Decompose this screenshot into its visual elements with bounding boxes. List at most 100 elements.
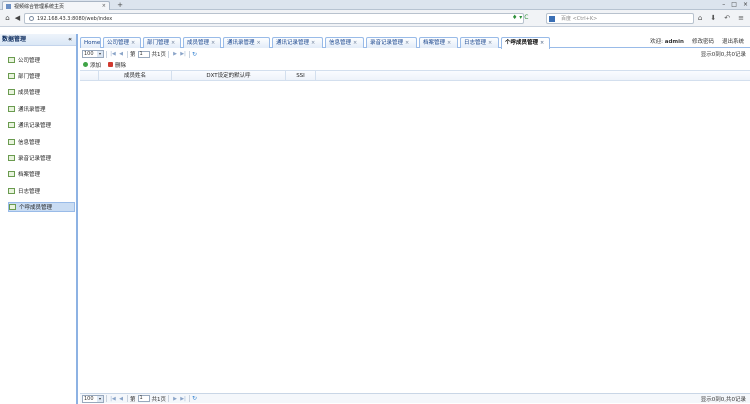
tab-label: 部门管理 bbox=[147, 40, 170, 46]
page-size-select[interactable]: 100 ▾ bbox=[82, 394, 104, 403]
menu-icon[interactable]: ≡ bbox=[738, 13, 744, 23]
collapse-icon[interactable]: « bbox=[68, 34, 72, 46]
minimize-icon[interactable]: – bbox=[722, 0, 725, 9]
back-icon[interactable]: ◀ bbox=[13, 14, 22, 23]
tab-close-icon[interactable]: × bbox=[405, 40, 409, 46]
sidebar-item-members[interactable]: 成员管理 bbox=[8, 87, 75, 97]
column-header-member-name[interactable]: 成员姓名 bbox=[99, 71, 172, 81]
sidebar-item-recordings[interactable]: 录音记录管理 bbox=[8, 153, 75, 163]
sidebar-item-label: 个呼成员管理 bbox=[19, 205, 53, 211]
total-pages: 共1页 bbox=[151, 396, 167, 403]
folder-icon bbox=[8, 122, 15, 128]
sidebar-item-messages[interactable]: 信息管理 bbox=[8, 137, 75, 147]
sidebar-item-label: 成员管理 bbox=[18, 90, 41, 96]
column-header-dxt-default-call[interactable]: DXT设定的默认呼 bbox=[172, 71, 286, 81]
tab-department[interactable]: 部门管理 × bbox=[143, 37, 181, 48]
tab-recordings[interactable]: 录音记录管理 × bbox=[366, 37, 417, 48]
tab-call-records[interactable]: 通讯记录管理 × bbox=[272, 37, 323, 48]
tab-close-icon[interactable]: × bbox=[447, 40, 451, 46]
add-button[interactable]: 添加 bbox=[83, 61, 101, 69]
window-controls: – □ × bbox=[722, 0, 748, 9]
sidebar-item-department[interactable]: 部门管理 bbox=[8, 71, 75, 81]
address-bar[interactable]: 192.168.43.3:8080/web/index bbox=[24, 13, 524, 24]
home-button-icon[interactable]: ⌂ bbox=[698, 13, 702, 23]
tab-close-icon[interactable]: × bbox=[211, 40, 215, 46]
last-page-icon[interactable]: ▶| bbox=[179, 51, 187, 57]
change-password-link[interactable]: 修改密码 bbox=[692, 38, 714, 46]
pagination-bottom: 100 ▾ |◀ ◀ 第 1 共1页 ▶ ▶| ↻ 显示0到0,共0记录 bbox=[80, 393, 750, 403]
tab-label: 录音记录管理 bbox=[370, 40, 404, 46]
folder-icon bbox=[8, 139, 15, 145]
browser-tab[interactable]: 视频综合管理系统主页 × bbox=[2, 1, 110, 10]
tab-close-icon[interactable]: × bbox=[171, 40, 175, 46]
tab-logs[interactable]: 日志管理 × bbox=[460, 37, 499, 48]
chevron-down-icon: ▾ bbox=[97, 51, 103, 57]
delete-icon bbox=[108, 62, 114, 67]
browser-tab-title: 视频综合管理系统主页 bbox=[14, 3, 65, 10]
grid-body bbox=[80, 81, 750, 392]
download-icon[interactable]: ⬇ bbox=[710, 13, 716, 23]
tab-close-icon[interactable]: × bbox=[540, 40, 544, 46]
refresh-icon[interactable]: ↻ bbox=[192, 395, 197, 402]
tab-close-icon[interactable]: × bbox=[353, 40, 357, 46]
tab-label: Home bbox=[84, 40, 101, 46]
tab-contacts[interactable]: 通讯录管理 × bbox=[223, 37, 270, 48]
chevron-down-icon: ▾ bbox=[97, 395, 103, 402]
new-tab-button[interactable]: + bbox=[115, 1, 125, 9]
sidebar-item-logs[interactable]: 日志管理 bbox=[8, 186, 75, 196]
prev-page-icon[interactable]: ◀ bbox=[117, 51, 125, 57]
first-page-icon[interactable]: |◀ bbox=[109, 396, 117, 402]
first-page-icon[interactable]: |◀ bbox=[109, 51, 117, 57]
column-header-ssi[interactable]: SSI bbox=[286, 71, 316, 81]
pagination-top: 100 ▾ |◀ ◀ 第 1 共1页 ▶ ▶| ↻ 显示0到0,共0记录 bbox=[80, 49, 750, 59]
grid-toolbar: 添加 删除 bbox=[80, 60, 750, 69]
tab-personal-call-members[interactable]: 个呼成员管理 × bbox=[501, 37, 550, 49]
page-size-select[interactable]: 100 ▾ bbox=[82, 50, 104, 58]
sidebar-item-personal-call-members[interactable]: 个呼成员管理 bbox=[8, 202, 75, 212]
delete-button[interactable]: 删除 bbox=[108, 61, 126, 69]
tab-label: 个呼成员管理 bbox=[505, 40, 539, 46]
page-number-input[interactable]: 1 bbox=[137, 395, 150, 402]
home-icon[interactable]: ⌂ bbox=[3, 14, 12, 23]
page-number-input[interactable]: 1 bbox=[137, 50, 150, 58]
sidebar-item-contacts[interactable]: 通讯录管理 bbox=[8, 104, 75, 114]
page-size-value: 100 bbox=[84, 395, 94, 402]
refresh-icon[interactable]: ↻ bbox=[192, 51, 197, 58]
close-window-icon[interactable]: × bbox=[743, 0, 748, 9]
tab-close-icon[interactable]: × bbox=[488, 40, 492, 46]
page-size-value: 100 bbox=[84, 51, 94, 57]
last-page-icon[interactable]: ▶| bbox=[179, 396, 187, 402]
next-page-icon[interactable]: ▶ bbox=[171, 51, 179, 57]
tab-close-icon[interactable]: × bbox=[311, 40, 315, 46]
folder-icon bbox=[8, 106, 15, 112]
search-input[interactable]: 百度 <Ctrl+K> bbox=[546, 13, 694, 24]
close-tab-icon[interactable]: × bbox=[102, 3, 106, 9]
tab-close-icon[interactable]: × bbox=[131, 40, 135, 46]
sidebar-item-company[interactable]: 公司管理 bbox=[8, 55, 75, 65]
sidebar-item-call-records[interactable]: 通讯记录管理 bbox=[8, 120, 75, 130]
folder-icon bbox=[8, 57, 15, 63]
sidebar-item-label: 部门管理 bbox=[18, 74, 41, 80]
tab-messages[interactable]: 信息管理 × bbox=[325, 37, 364, 48]
browser-navbar: ⌂ ◀ 192.168.43.3:8080/web/index ♦ ▾ C 百度… bbox=[0, 10, 750, 27]
maximize-icon[interactable]: □ bbox=[731, 0, 737, 9]
sidebar-item-archives[interactable]: 档案管理 bbox=[8, 169, 75, 179]
undo-icon[interactable]: ↶ bbox=[724, 13, 730, 23]
divider bbox=[189, 395, 191, 402]
url-actions[interactable]: ♦ ▾ C bbox=[512, 13, 528, 23]
divider bbox=[106, 50, 107, 58]
tab-members[interactable]: 成员管理 × bbox=[183, 37, 221, 48]
tab-archives[interactable]: 档案管理 × bbox=[419, 37, 458, 48]
tab-close-icon[interactable]: × bbox=[257, 40, 261, 46]
tab-company[interactable]: 公司管理 × bbox=[103, 37, 141, 48]
delete-label: 删除 bbox=[115, 62, 127, 69]
logout-link[interactable]: 退出系统 bbox=[722, 38, 744, 46]
prev-page-icon[interactable]: ◀ bbox=[117, 396, 125, 402]
tab-label: 通讯记录管理 bbox=[276, 40, 310, 46]
sidebar-item-label: 公司管理 bbox=[18, 58, 41, 64]
tab-home[interactable]: Home bbox=[80, 37, 101, 48]
next-page-icon[interactable]: ▶ bbox=[171, 396, 179, 402]
username: admin bbox=[664, 39, 684, 45]
browser-tab-strip bbox=[0, 0, 750, 10]
divider bbox=[106, 395, 107, 402]
